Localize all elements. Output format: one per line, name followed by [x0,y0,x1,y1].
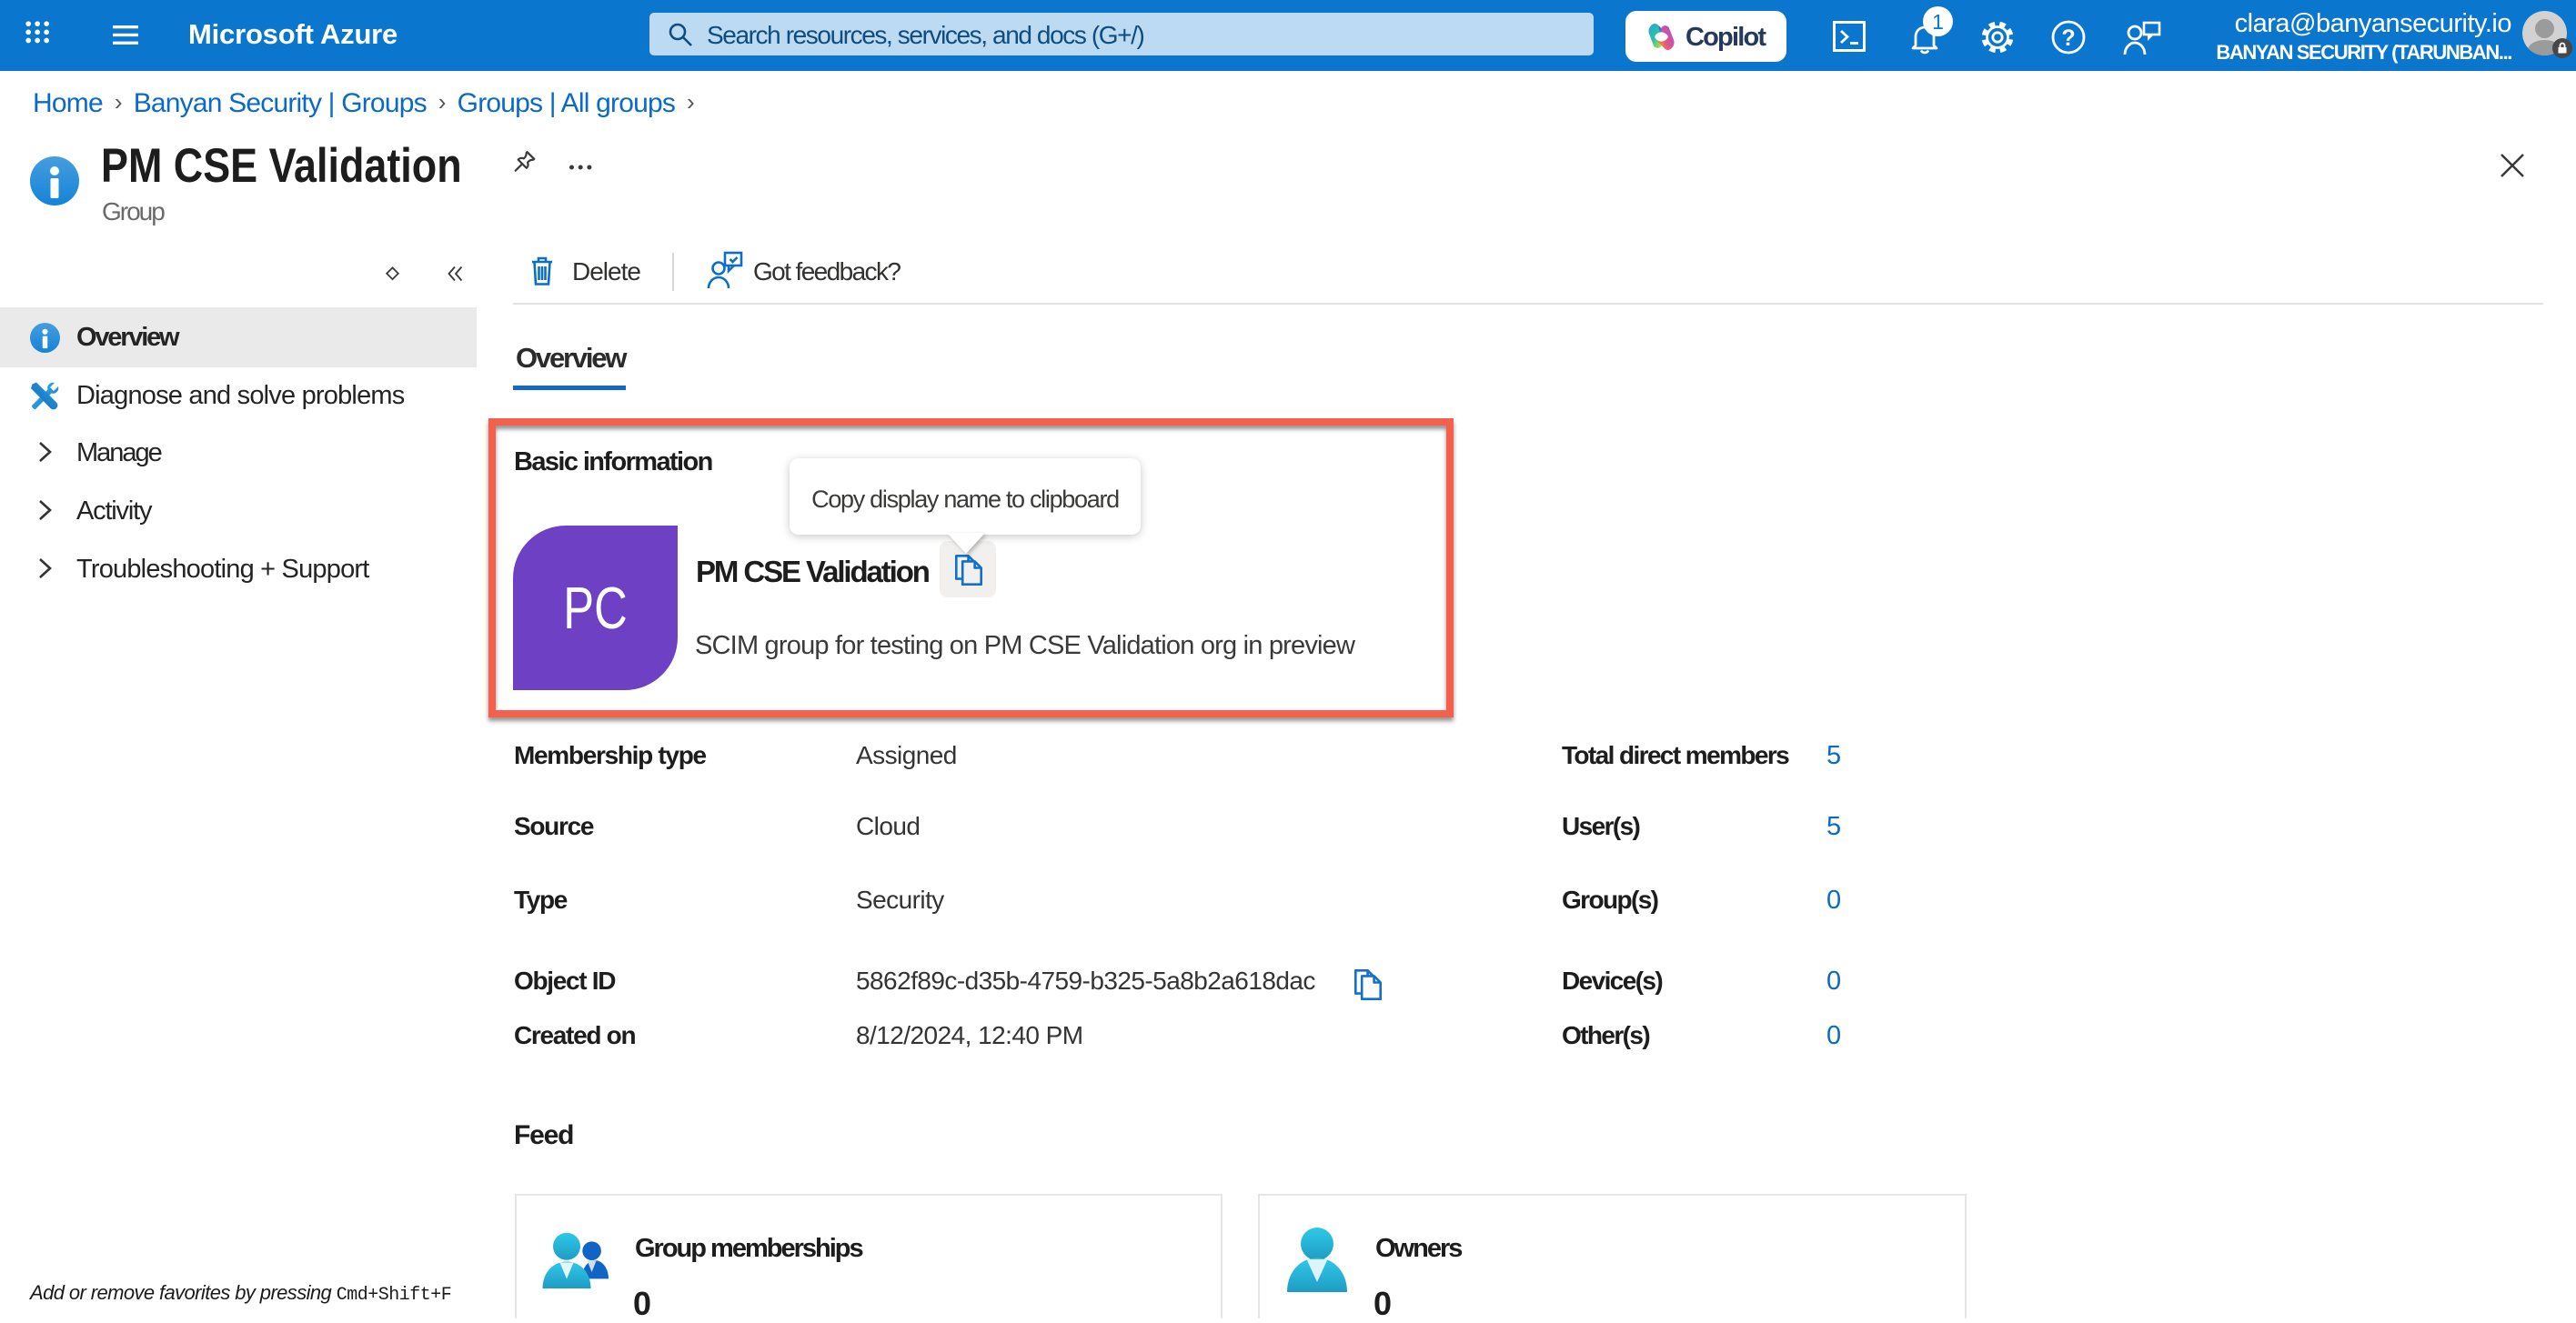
svg-text:?: ? [2061,25,2075,51]
